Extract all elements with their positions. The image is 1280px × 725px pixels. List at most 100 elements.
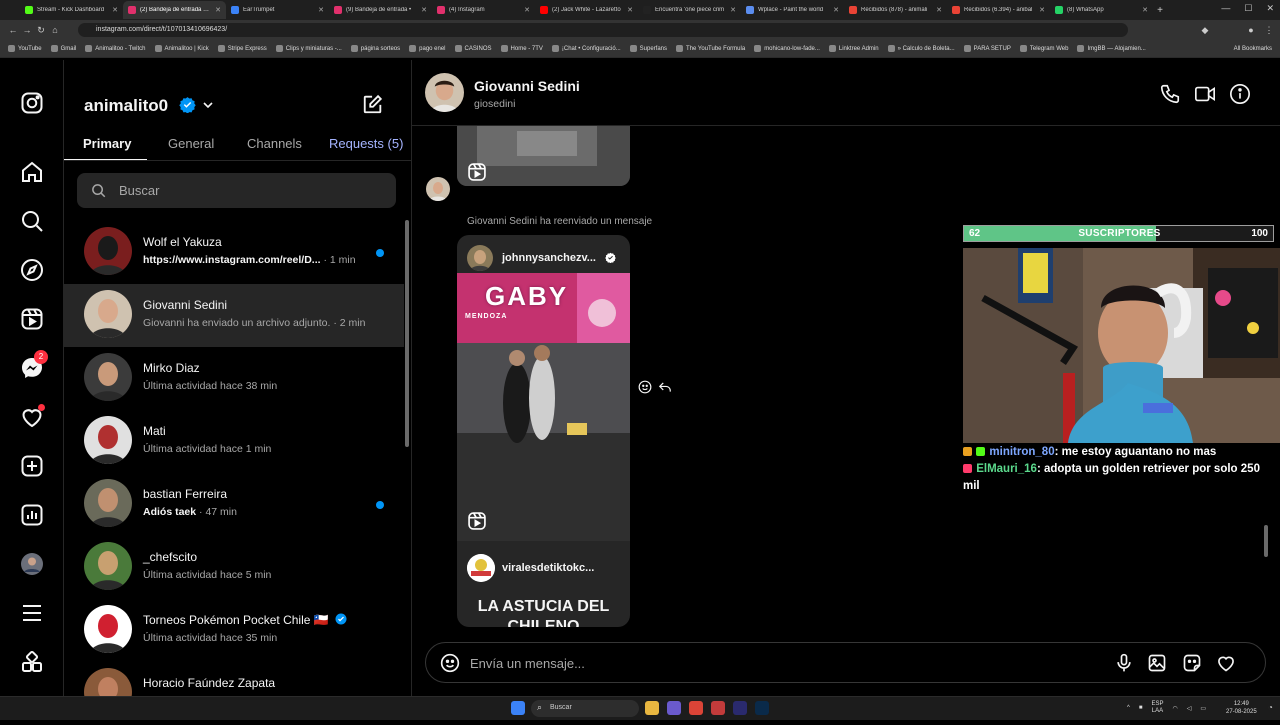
minimize-icon[interactable]: — xyxy=(1221,3,1230,14)
message-composer[interactable]: Envía un mensaje... xyxy=(425,642,1266,683)
tab-close-icon[interactable]: ✕ xyxy=(215,6,221,14)
tab-close-icon[interactable]: ✕ xyxy=(1039,6,1045,14)
video-call-icon[interactable] xyxy=(1194,83,1216,105)
file-explorer-icon[interactable] xyxy=(645,701,659,715)
bookmark-link[interactable]: Linktree Admin xyxy=(828,45,879,52)
tab-close-icon[interactable]: ✕ xyxy=(1142,6,1148,14)
bookmark-link[interactable]: Gmail xyxy=(50,45,76,52)
apps-icon[interactable] xyxy=(20,650,44,674)
search-input[interactable]: Buscar xyxy=(77,173,396,208)
bookmark-link[interactable]: The YouTube Formula xyxy=(676,45,745,52)
browser-tab[interactable]: (8) WhatsApp ✕ xyxy=(1050,1,1153,19)
home-icon[interactable]: ⌂ xyxy=(48,25,62,35)
react-emoji-icon[interactable] xyxy=(638,380,652,394)
instagram-logo-icon[interactable] xyxy=(20,91,44,115)
taskbar-search[interactable]: Buscar xyxy=(531,700,639,717)
chevron-down-icon[interactable] xyxy=(202,99,214,111)
bookmark-link[interactable]: Superfans xyxy=(629,45,667,52)
inbox-scrollbar-thumb[interactable] xyxy=(405,220,409,447)
shared-reel[interactable]: johnnysanchezv... GABY MENDOZA viralesde… xyxy=(457,235,630,627)
maximize-icon[interactable]: ☐ xyxy=(1244,3,1252,14)
conversation-item[interactable]: _chefscito Última actividad hace 5 min xyxy=(64,536,404,599)
conversation-scrollbar-thumb[interactable] xyxy=(1264,525,1268,557)
bookmark-link[interactable]: Clips y miniaturas -... xyxy=(275,45,342,52)
tab-requests[interactable]: Requests (5) xyxy=(329,136,403,151)
forward-icon[interactable]: → xyxy=(20,25,34,35)
messages-icon[interactable]: 2 xyxy=(20,350,48,380)
profile-avatar[interactable] xyxy=(20,552,44,576)
conversation-info-icon[interactable] xyxy=(1229,83,1251,105)
browser-tab[interactable]: EarTrumpet ✕ xyxy=(226,1,329,19)
microphone-icon[interactable] xyxy=(1114,653,1134,673)
more-menu-icon[interactable] xyxy=(20,601,44,625)
start-menu-icon[interactable] xyxy=(511,701,525,715)
language-indicator[interactable]: ESP LAA xyxy=(1151,701,1163,715)
browser-tab[interactable]: Encuentra 'one piece crim ✕ xyxy=(638,1,741,19)
close-icon[interactable]: ✕ xyxy=(1266,3,1274,14)
sticker-icon[interactable] xyxy=(1182,653,1202,673)
home-icon[interactable] xyxy=(20,160,44,184)
notifications-icon[interactable] xyxy=(20,404,45,429)
emoji-icon[interactable] xyxy=(440,653,460,673)
browser-tab[interactable]: Wplace - Paint the world ✕ xyxy=(741,1,844,19)
reload-icon[interactable]: ↻ xyxy=(34,25,48,36)
like-heart-icon[interactable] xyxy=(1216,653,1236,673)
phone-call-icon[interactable] xyxy=(1159,83,1181,105)
app-icon[interactable] xyxy=(667,701,681,715)
extensions-icon[interactable]: ◆ xyxy=(1198,25,1212,36)
new-message-icon[interactable] xyxy=(362,93,384,115)
conversation-item[interactable]: Wolf el Yakuza https://www.instagram.com/… xyxy=(64,221,404,284)
new-tab-button[interactable]: + xyxy=(1153,5,1167,16)
tab-close-icon[interactable]: ✕ xyxy=(936,6,942,14)
sender-avatar-small[interactable] xyxy=(426,177,450,201)
reel-source-name[interactable]: viralesdetiktokc... xyxy=(502,562,594,574)
tab-close-icon[interactable]: ✕ xyxy=(524,6,530,14)
conversation-item[interactable]: bastian Ferreira Adiós taek · 47 min xyxy=(64,473,404,536)
browser-tab[interactable]: (2) Bandeja de entrada • C ✕ xyxy=(123,1,226,19)
back-icon[interactable]: ← xyxy=(6,25,20,35)
browser-tab[interactable]: Recibidos (6.394) - anibal ✕ xyxy=(947,1,1050,19)
tab-close-icon[interactable]: ✕ xyxy=(833,6,839,14)
account-username[interactable]: animalito0 xyxy=(84,96,168,116)
bookmark-link[interactable]: ¡Chat • Configuració... xyxy=(551,45,621,52)
bookmark-link[interactable]: YouTube xyxy=(8,45,42,52)
contact-avatar[interactable] xyxy=(425,73,464,112)
reel-video-thumbnail[interactable]: GABY MENDOZA xyxy=(457,273,630,541)
explore-icon[interactable] xyxy=(20,258,44,282)
bookmark-link[interactable]: Stripe Express xyxy=(217,45,267,52)
system-clock[interactable]: 12:49 27-08-2025 xyxy=(1226,700,1257,716)
browser-tab[interactable]: (4) Instagram ✕ xyxy=(432,1,535,19)
bookmark-link[interactable]: ImgBB — Alojamien... xyxy=(1077,45,1146,52)
bookmark-link[interactable]: Animalitoo - Twitch xyxy=(85,45,146,52)
message-input[interactable]: Envía un mensaje... xyxy=(470,656,585,671)
battery-icon[interactable]: ▭ xyxy=(1200,705,1206,712)
bookmark-link[interactable]: CASINOS xyxy=(454,45,492,52)
volume-icon[interactable]: ◁ xyxy=(1187,705,1192,712)
reply-icon[interactable] xyxy=(658,380,672,394)
browser-tab[interactable]: (9) Bandeja de entrada • ✕ xyxy=(329,1,432,19)
menu-icon[interactable]: ⋮ xyxy=(1262,25,1276,36)
reel-source-avatar[interactable] xyxy=(467,554,495,582)
reels-icon[interactable] xyxy=(20,307,44,331)
profile-icon[interactable]: ● xyxy=(1244,25,1258,35)
conversation-item[interactable]: Mati Última actividad hace 1 min xyxy=(64,410,404,473)
bookmark-link[interactable]: Animalitoo | Kick xyxy=(154,45,209,52)
browser-tab[interactable]: Recibidos (878) - animali ✕ xyxy=(844,1,947,19)
tab-close-icon[interactable]: ✕ xyxy=(627,6,633,14)
dashboard-icon[interactable] xyxy=(20,503,44,527)
conversation-item[interactable]: Torneos Pokémon Pocket Chile 🇨🇱 Última ac… xyxy=(64,599,404,662)
tray-chevron-icon[interactable]: ^ xyxy=(1127,705,1130,711)
tab-channels[interactable]: Channels xyxy=(247,136,302,151)
tab-primary[interactable]: Primary xyxy=(83,136,131,151)
bookmark-link[interactable]: Home - 7TV xyxy=(500,45,543,52)
conversation-item[interactable]: Giovanni Sedini Giovanni ha enviado un ar… xyxy=(64,284,404,347)
bookmark-link[interactable]: Telegram Web xyxy=(1019,45,1068,52)
tab-close-icon[interactable]: ✕ xyxy=(421,6,427,14)
url-field[interactable]: instagram.com/direct/t/107013410696423/ xyxy=(78,23,1128,37)
tab-close-icon[interactable]: ✕ xyxy=(318,6,324,14)
conversation-item[interactable]: Mirko Diaz Última actividad hace 38 min xyxy=(64,347,404,410)
create-icon[interactable] xyxy=(20,454,44,478)
premiere-icon[interactable] xyxy=(733,701,747,715)
bookmark-link[interactable]: página sorteos xyxy=(350,45,400,52)
photoshop-icon[interactable] xyxy=(755,701,769,715)
